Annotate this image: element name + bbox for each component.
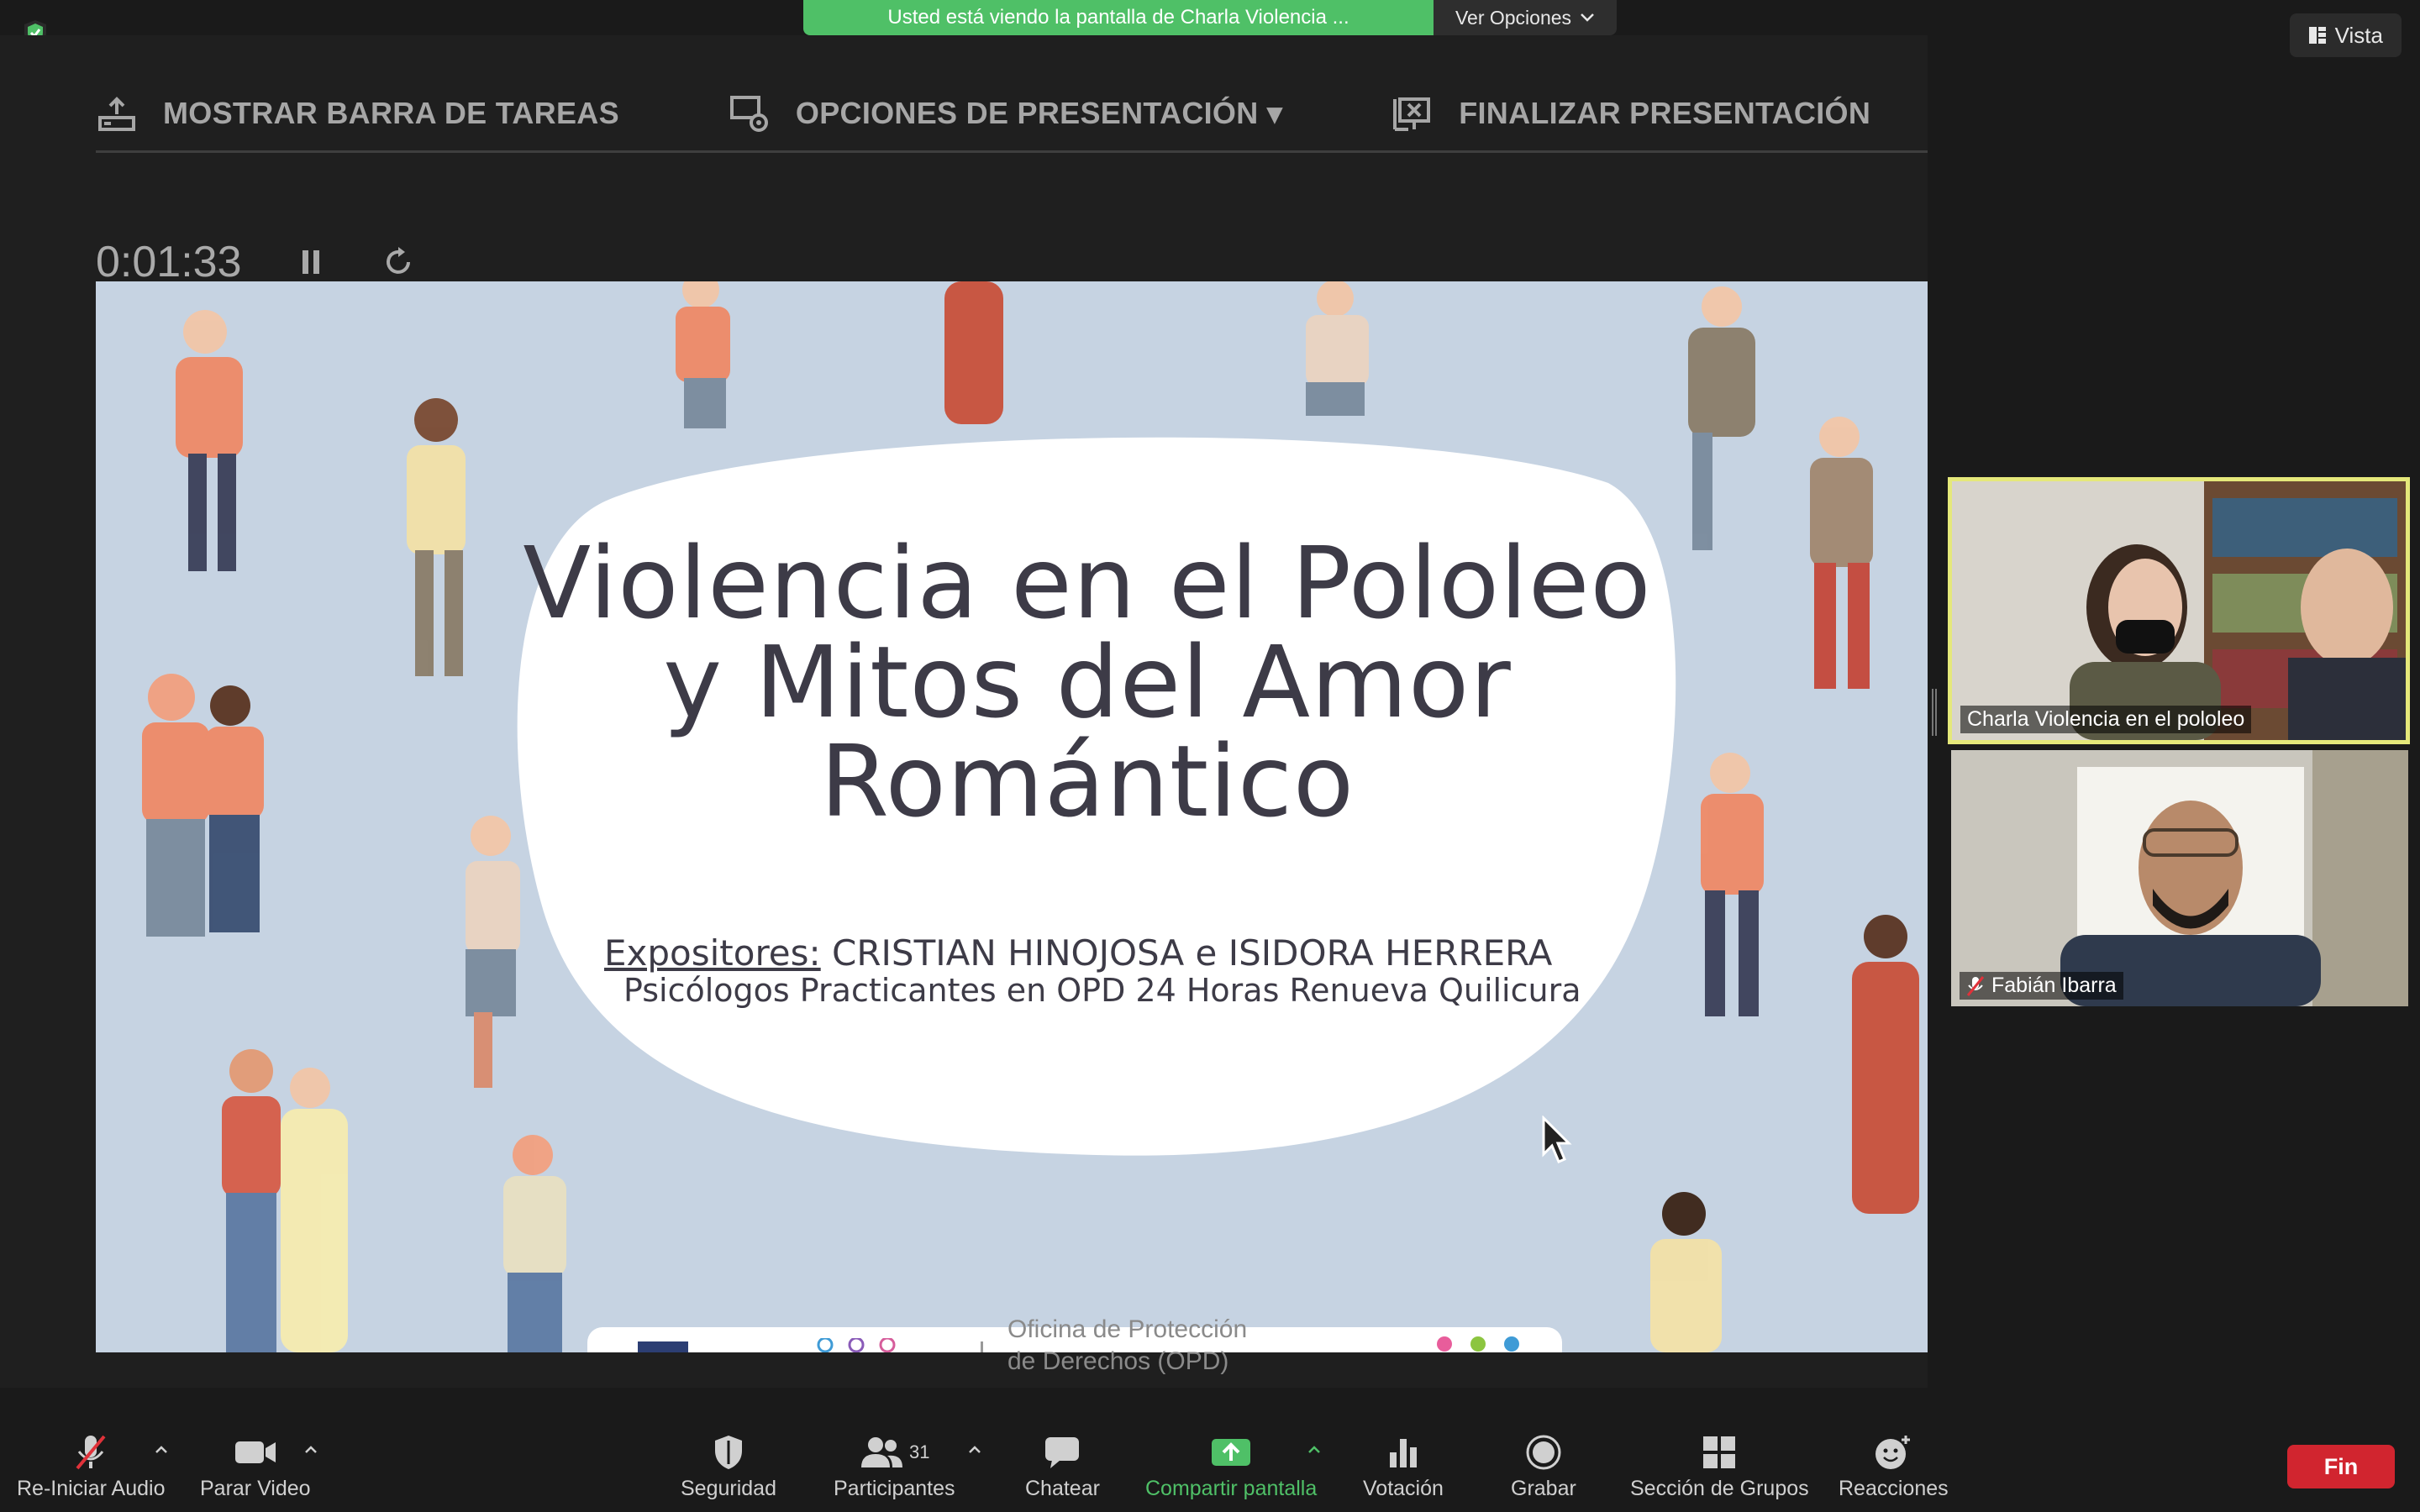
- restart-icon[interactable]: [380, 244, 417, 281]
- screen-share-banner: Usted está viendo la pantalla de Charla …: [803, 0, 1434, 35]
- record-icon: [1526, 1435, 1561, 1470]
- logo-divider: [981, 1341, 983, 1352]
- video-camera-icon: [234, 1441, 276, 1463]
- poll-button[interactable]: Votación: [1363, 1433, 1444, 1501]
- end-presentation-icon: [1393, 97, 1431, 131]
- reactions-label: Reacciones: [1839, 1477, 1949, 1500]
- participants-label: Participantes: [834, 1477, 955, 1500]
- participant-video-1: [1952, 481, 2406, 740]
- participant-name: Fabián Ibarra: [1991, 974, 2117, 997]
- view-options-label: Ver Opciones: [1455, 6, 1572, 29]
- show-taskbar-button[interactable]: MOSTRAR BARRA DE TAREAS: [96, 92, 619, 134]
- family-logo: [817, 1338, 896, 1352]
- pause-icon[interactable]: [292, 244, 329, 281]
- share-screen-button[interactable]: Compartir pantalla: [1145, 1433, 1317, 1501]
- end-presentation-button[interactable]: FINALIZAR PRESENTACIÓN: [1392, 92, 1870, 134]
- slide-title-line-3: Romántico: [819, 723, 1355, 839]
- opd-caption-line-2: de Derechos (OPD): [1007, 1347, 1229, 1375]
- audio-options-chevron-icon[interactable]: [153, 1441, 170, 1458]
- participant-tile-active[interactable]: Charla Violencia en el pololeo: [1948, 477, 2410, 744]
- share-banner-text: Usted está viendo la pantalla de Charla …: [887, 6, 1349, 29]
- smiley-plus-icon: [1876, 1436, 1911, 1469]
- presenter-view: MOSTRAR BARRA DE TAREAS OPCIONES DE PRES…: [0, 35, 1928, 1388]
- video-options-chevron-icon[interactable]: [302, 1441, 319, 1458]
- meeting-controls: Re-Iniciar Audio Parar Video Seguridad 3…: [0, 1423, 2420, 1512]
- shield-icon: [714, 1436, 742, 1469]
- slide-subtitle: Psicólogos Practicantes en OPD 24 Horas …: [623, 972, 1581, 1009]
- poll-label: Votación: [1363, 1477, 1444, 1500]
- layout-icon: [2308, 27, 2326, 44]
- share-options-chevron-icon[interactable]: [1306, 1441, 1323, 1458]
- muted-mic-icon: [1966, 975, 1985, 996]
- presentation-options-button[interactable]: OPCIONES DE PRESENTACIÓN ▾: [729, 92, 1282, 134]
- slide-title: Violencia en el Pololeo y Mitos del Amor…: [491, 533, 1684, 831]
- slide-title-line-2: y Mitos del Amor: [663, 624, 1512, 740]
- presentation-settings-icon: [729, 95, 768, 132]
- slide-presenters: Expositores: CRISTIAN HINOJOSA e ISIDORA…: [604, 932, 1552, 974]
- participant-name-tag: Fabián Ibarra: [1960, 972, 2123, 1000]
- share-screen-icon: [1212, 1439, 1251, 1466]
- chevron-down-icon: [1581, 13, 1594, 22]
- presenters-names: CRISTIAN HINOJOSA e ISIDORA HERRERA: [820, 932, 1553, 974]
- presentation-options-label: OPCIONES DE PRESENTACIÓN ▾: [795, 95, 1283, 130]
- chat-button[interactable]: Chatear: [1025, 1433, 1100, 1501]
- security-label: Seguridad: [681, 1477, 776, 1500]
- audio-label: Re-Iniciar Audio: [17, 1477, 166, 1500]
- municipal-crest-logo: [638, 1341, 688, 1352]
- video-button[interactable]: Parar Video: [200, 1433, 311, 1501]
- share-screen-label: Compartir pantalla: [1145, 1477, 1318, 1500]
- security-button[interactable]: Seguridad: [681, 1433, 776, 1501]
- presenter-toolbar: MOSTRAR BARRA DE TAREAS OPCIONES DE PRES…: [96, 76, 1928, 153]
- opd-caption-line-1: Oficina de Protección: [1007, 1315, 1248, 1343]
- record-button[interactable]: Grabar: [1511, 1433, 1576, 1501]
- participant-name-tag: Charla Violencia en el pololeo: [1960, 706, 2252, 733]
- participants-icon: [861, 1437, 903, 1467]
- chat-bubble-icon: [1045, 1437, 1080, 1468]
- participants-options-chevron-icon[interactable]: [966, 1441, 983, 1458]
- presentation-timer: 0:01:33: [96, 237, 417, 287]
- audio-button[interactable]: Re-Iniciar Audio: [17, 1433, 165, 1501]
- show-taskbar-label: MOSTRAR BARRA DE TAREAS: [163, 95, 619, 130]
- participant-tile[interactable]: Fabián Ibarra: [1951, 750, 2408, 1006]
- breakout-rooms-label: Sección de Grupos: [1630, 1477, 1809, 1500]
- participant-video-2: [1951, 750, 2408, 1006]
- panel-resize-handle[interactable]: [1932, 689, 1937, 736]
- taskbar-icon: [98, 96, 135, 131]
- participants-button[interactable]: 31 Participantes: [834, 1433, 955, 1501]
- slide-title-line-1: Violencia en el Pololeo: [523, 525, 1652, 641]
- opd-kids-logo: [1437, 1336, 1519, 1352]
- poll-chart-icon: [1389, 1439, 1417, 1467]
- mouse-cursor-icon: [1542, 1116, 1572, 1163]
- end-presentation-label: FINALIZAR PRESENTACIÓN: [1459, 95, 1871, 130]
- reactions-button[interactable]: Reacciones: [1839, 1433, 1949, 1501]
- chat-label: Chatear: [1025, 1477, 1100, 1500]
- opd-logo-caption: Oficina de Protección de Derechos (OPD): [1007, 1314, 1247, 1378]
- participants-count: 31: [909, 1441, 930, 1462]
- breakout-rooms-button[interactable]: Sección de Grupos: [1630, 1433, 1809, 1501]
- breakout-grid-icon: [1703, 1436, 1736, 1468]
- view-button[interactable]: Vista: [2289, 13, 2402, 57]
- participant-name: Charla Violencia en el pololeo: [1967, 707, 2245, 731]
- view-options-dropdown[interactable]: Ver Opciones: [1434, 0, 1617, 35]
- record-label: Grabar: [1511, 1477, 1576, 1500]
- end-meeting-button[interactable]: Fin: [2287, 1445, 2395, 1488]
- presenters-label: Expositores:: [604, 932, 821, 974]
- view-label: Vista: [2334, 22, 2383, 48]
- timer-display: 0:01:33: [96, 238, 242, 286]
- video-label: Parar Video: [200, 1477, 311, 1500]
- muted-microphone-icon: [76, 1435, 106, 1470]
- shared-slide: Violencia en el Pololeo y Mitos del Amor…: [96, 281, 1928, 1352]
